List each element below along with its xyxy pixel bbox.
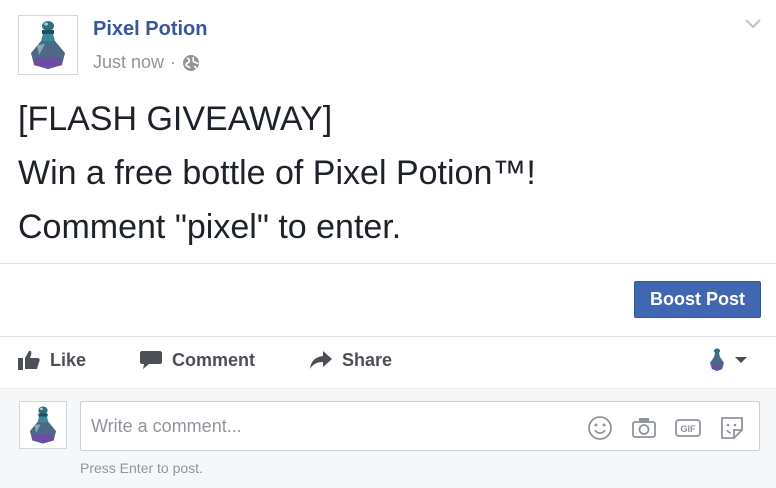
post-text-line: Win a free bottle of Pixel Potion™! xyxy=(18,154,536,192)
page-avatar[interactable] xyxy=(18,15,78,75)
action-bar: Like Comment Share xyxy=(0,337,776,387)
emoji-icon[interactable] xyxy=(587,415,613,441)
post-text-line: [FLASH GIVEAWAY] xyxy=(18,100,333,138)
chevron-down-icon xyxy=(735,357,747,363)
camera-icon[interactable] xyxy=(631,415,657,441)
share-button[interactable]: Share xyxy=(310,337,392,383)
boost-post-button[interactable]: Boost Post xyxy=(634,281,761,318)
comment-label: Comment xyxy=(172,349,256,370)
sticker-icon[interactable] xyxy=(719,415,745,441)
potion-bottle-icon xyxy=(29,406,57,444)
audience-selector[interactable] xyxy=(708,348,748,372)
thumbs-up-icon xyxy=(18,350,40,370)
like-label: Like xyxy=(50,349,87,370)
potion-bottle-icon xyxy=(710,348,724,371)
comment-button[interactable]: Comment xyxy=(140,337,255,383)
comment-area: Write a comment... GIF Press Enter to po… xyxy=(0,388,776,488)
post-body: [FLASH GIVEAWAY] Win a free bottle of Pi… xyxy=(18,92,758,254)
speech-bubble-icon xyxy=(140,351,162,369)
globe-icon[interactable] xyxy=(182,54,200,72)
comment-input[interactable]: Write a comment... GIF xyxy=(80,401,760,451)
share-arrow-icon xyxy=(310,351,332,369)
chevron-down-icon[interactable] xyxy=(744,18,762,30)
meta-separator: · xyxy=(170,52,177,72)
divider xyxy=(0,263,776,264)
svg-text:GIF: GIF xyxy=(681,424,697,434)
like-button[interactable]: Like xyxy=(18,337,86,383)
post-meta: Just now · xyxy=(93,52,200,73)
commenter-avatar[interactable] xyxy=(19,401,67,449)
divider xyxy=(0,388,776,389)
comment-placeholder: Write a comment... xyxy=(91,416,242,436)
gif-icon[interactable]: GIF xyxy=(675,415,701,441)
post-text-line: Comment "pixel" to enter. xyxy=(18,208,402,246)
post-header: Pixel Potion Just now · xyxy=(0,0,776,90)
page-name-link[interactable]: Pixel Potion xyxy=(93,18,207,41)
comment-hint: Press Enter to post. xyxy=(80,460,203,476)
share-label: Share xyxy=(342,349,393,370)
timestamp[interactable]: Just now xyxy=(93,52,164,73)
potion-bottle-icon xyxy=(31,21,65,69)
